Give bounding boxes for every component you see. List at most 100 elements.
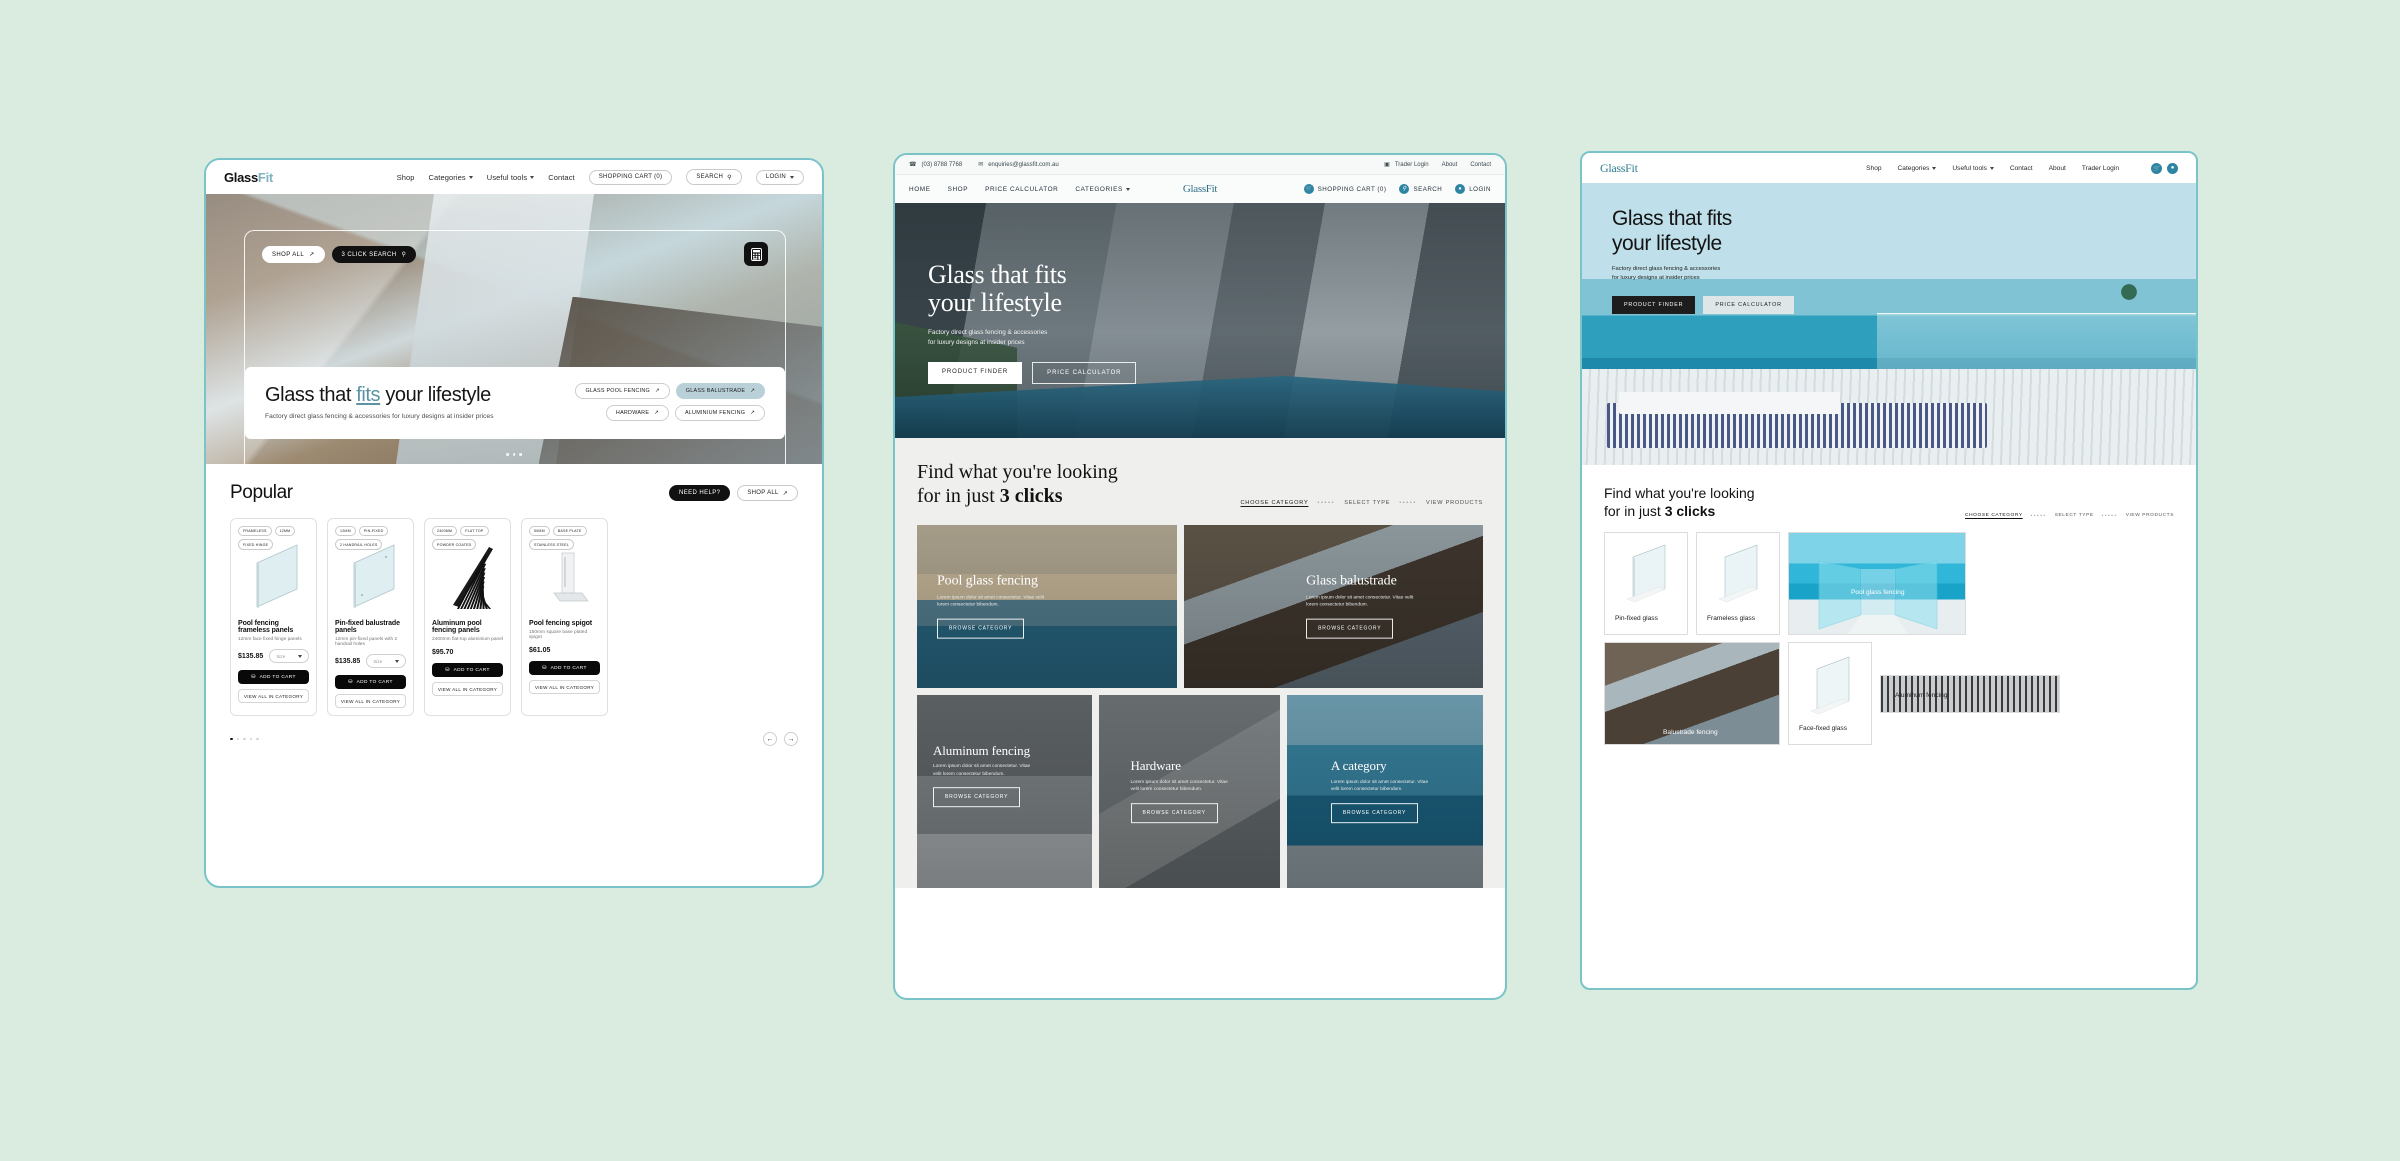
tile-frameless-glass[interactable]: Frameless glass [1696, 532, 1780, 635]
chip-aluminium-fencing[interactable]: ALUMINIUM FENCING ↗ [674, 405, 765, 421]
nav-item-categories[interactable]: Categories [429, 173, 473, 182]
user-icon[interactable]: ● [2167, 162, 2178, 174]
nav-item-categories[interactable]: CATEGORIES [1075, 186, 1130, 193]
product-card[interactable]: FRAMELESS 12MM FIXED HINGE Pool fencing fra… [230, 518, 317, 716]
tile-aluminum-fencing[interactable]: Aluminum fencing [1880, 675, 2060, 713]
product-finder-button[interactable]: PRODUCT FINDER [928, 362, 1023, 384]
category-tile-a-category[interactable]: A category Lorem ipsum dolor sit amet co… [1286, 694, 1483, 888]
login-button[interactable]: ● LOGIN [1455, 184, 1491, 194]
view-all-in-category-button[interactable]: VIEW ALL IN CATEGORY [335, 694, 406, 708]
phone-icon: ☎ [909, 162, 917, 168]
arrow-up-right-icon: ↗ [750, 410, 755, 416]
step-select-type[interactable]: SELECT TYPE [1344, 500, 1390, 506]
chevron-down-icon [298, 654, 302, 658]
nav-item-contact[interactable]: Contact [2010, 165, 2033, 172]
tile-face-fixed-glass[interactable]: Face-fixed glass [1788, 642, 1872, 745]
hero-title-link[interactable]: fits [356, 384, 380, 406]
trader-login-link[interactable]: ▣ Trader Login [1384, 161, 1428, 169]
shop-all-button[interactable]: SHOP ALL ↗ [262, 246, 325, 263]
add-to-cart-button[interactable]: ⛁ ADD TO CART [432, 663, 503, 677]
product-tag: FIXED HINGE [238, 539, 274, 550]
cart-icon[interactable]: 🛒 [2151, 162, 2162, 174]
carousel-next-button[interactable]: → [784, 732, 798, 746]
price-calculator-icon-button[interactable] [744, 242, 768, 266]
nav-item-useful-tools[interactable]: Useful tools [487, 173, 535, 182]
shop-all-button[interactable]: SHOP ALL ↗ [737, 485, 798, 501]
browse-category-button[interactable]: BROWSE CATEGORY [1330, 803, 1419, 824]
product-finder-button[interactable]: PRODUCT FINDER [1612, 295, 1696, 314]
product-card[interactable]: 12MM PIN-FIXED 2 HANDRAIL HOLES Pin-fixed b… [327, 518, 414, 716]
product-card[interactable]: 2400MM FLAT TOP POWDER COATED Aluminum pool… [424, 518, 511, 716]
size-select[interactable]: Size [269, 649, 309, 663]
step-view-products[interactable]: VIEW PRODUCTS [2126, 513, 2174, 518]
glass-panel-illustration [256, 544, 298, 608]
browse-category-button[interactable]: BROWSE CATEGORY [933, 787, 1021, 808]
nav-item-categories[interactable]: Categories [1898, 165, 1937, 172]
nav-item-shop[interactable]: Shop [1866, 165, 1881, 172]
nav-item-contact[interactable]: Contact [548, 173, 575, 182]
contact-email[interactable]: ✉ enquiries@glassfit.com.au [978, 161, 1059, 169]
category-tile-pool-glass-fencing[interactable]: Pool glass fencing Lorem ipsum dolor sit… [917, 524, 1178, 688]
add-to-cart-button[interactable]: ⛁ ADD TO CART [238, 670, 309, 684]
logo-glassfit[interactable]: GlassFit [1600, 161, 1638, 176]
search-button[interactable]: ⚲ SEARCH [1399, 184, 1442, 194]
tile-pool-glass-fencing[interactable]: Pool glass fencing [1788, 532, 1966, 635]
step-choose-category[interactable]: CHOOSE CATEGORY [1965, 513, 2023, 518]
shopping-cart-button[interactable]: SHOPPING CART (0) [588, 169, 673, 185]
arrow-up-right-icon: ↗ [782, 490, 788, 497]
view-all-in-category-button[interactable]: VIEW ALL IN CATEGORY [529, 680, 600, 694]
browse-category-button[interactable]: BROWSE CATEGORY [1306, 618, 1394, 639]
step-choose-category[interactable]: CHOOSE CATEGORY [1241, 500, 1309, 506]
chip-glass-pool-fencing[interactable]: GLASS POOL FENCING ↗ [575, 383, 670, 399]
logo-glassfit[interactable]: GlassFit [1183, 183, 1218, 195]
shopping-cart-button[interactable]: 🛒 SHOPPING CART (0) [1303, 184, 1387, 194]
hero-carousel-dots[interactable] [506, 453, 522, 456]
nav-item-price-calculator[interactable]: PRICE CALCULATOR [985, 186, 1058, 193]
search-icon: ⚲ [727, 174, 732, 181]
nav-item-trader-login[interactable]: Trader Login [2082, 165, 2119, 172]
step-view-products[interactable]: VIEW PRODUCTS [1426, 500, 1483, 506]
carousel-dots[interactable] [230, 737, 259, 741]
panel2-utility-bar: ☎ (03) 8788 7768 ✉ enquiries@glassfit.com.… [895, 155, 1505, 175]
add-to-cart-button[interactable]: ⛁ ADD TO CART [529, 661, 600, 675]
login-button[interactable]: LOGIN [755, 169, 804, 185]
add-to-cart-label: ADD TO CART [550, 665, 587, 671]
nav-item-useful-tools[interactable]: Useful tools [1952, 165, 1994, 172]
category-tile-aluminum-fencing[interactable]: Aluminum fencing Lorem ipsum dolor sit a… [917, 694, 1092, 888]
nav-item-about[interactable]: About [2049, 165, 2066, 172]
category-description: Lorem ipsum dolor sit amet consectetur. … [1306, 595, 1414, 608]
product-card[interactable]: 50MM BASE PLATE STAINLESS STEEL Pool fencin… [521, 518, 608, 716]
click-search-button[interactable]: 3 CLICK SEARCH ⚲ [331, 246, 417, 263]
category-tile-hardware[interactable]: Hardware Lorem ipsum dolor sit amet cons… [1098, 694, 1280, 888]
need-help-button[interactable]: NEED HELP? [669, 485, 731, 501]
popular-carousel-footer: ← → [206, 732, 822, 746]
product-tag: 2400MM [432, 526, 458, 537]
carousel-prev-button[interactable]: ← [763, 732, 777, 746]
size-select[interactable]: Size [366, 654, 406, 668]
add-to-cart-button[interactable]: ⛁ ADD TO CART [335, 675, 406, 689]
product-tags: 50MM BASE PLATE STAINLESS STEEL [529, 526, 600, 550]
contact-phone[interactable]: ☎ (03) 8788 7768 [909, 161, 962, 169]
chip-glass-balustrade[interactable]: GLASS BALUSTRADE ↗ [675, 383, 765, 399]
nav-item-shop[interactable]: SHOP [948, 186, 969, 193]
search-button[interactable]: SEARCH ⚲ [686, 169, 742, 185]
logo-glassfit[interactable]: GlassFit [224, 170, 273, 185]
product-tag: BASE PLATE [552, 526, 587, 537]
product-description: 2400mm flat-top aluminium panel [432, 637, 503, 642]
price-calculator-button[interactable]: PRICE CALCULATOR [1032, 362, 1137, 384]
nav-item-home[interactable]: HOME [909, 186, 931, 193]
view-all-in-category-button[interactable]: VIEW ALL IN CATEGORY [432, 682, 503, 696]
chip-hardware[interactable]: HARDWARE ↗ [605, 405, 669, 421]
contact-link[interactable]: Contact [1470, 162, 1491, 168]
view-all-in-category-button[interactable]: VIEW ALL IN CATEGORY [238, 689, 309, 703]
about-link[interactable]: About [1442, 162, 1458, 168]
tile-balustrade-fencing[interactable]: Balustrade fencing [1604, 642, 1780, 745]
tile-pin-fixed-glass[interactable]: Pin-fixed glass [1604, 532, 1688, 635]
product-name: Aluminum pool fencing panels [432, 620, 482, 634]
nav-item-shop[interactable]: Shop [397, 173, 415, 182]
price-calculator-button[interactable]: PRICE CALCULATOR [1703, 295, 1794, 314]
browse-category-button[interactable]: BROWSE CATEGORY [937, 618, 1025, 639]
browse-category-button[interactable]: BROWSE CATEGORY [1130, 803, 1218, 824]
step-select-type[interactable]: SELECT TYPE [2055, 513, 2094, 518]
category-tile-glass-balustrade[interactable]: Glass balustrade Lorem ipsum dolor sit a… [1184, 524, 1483, 688]
